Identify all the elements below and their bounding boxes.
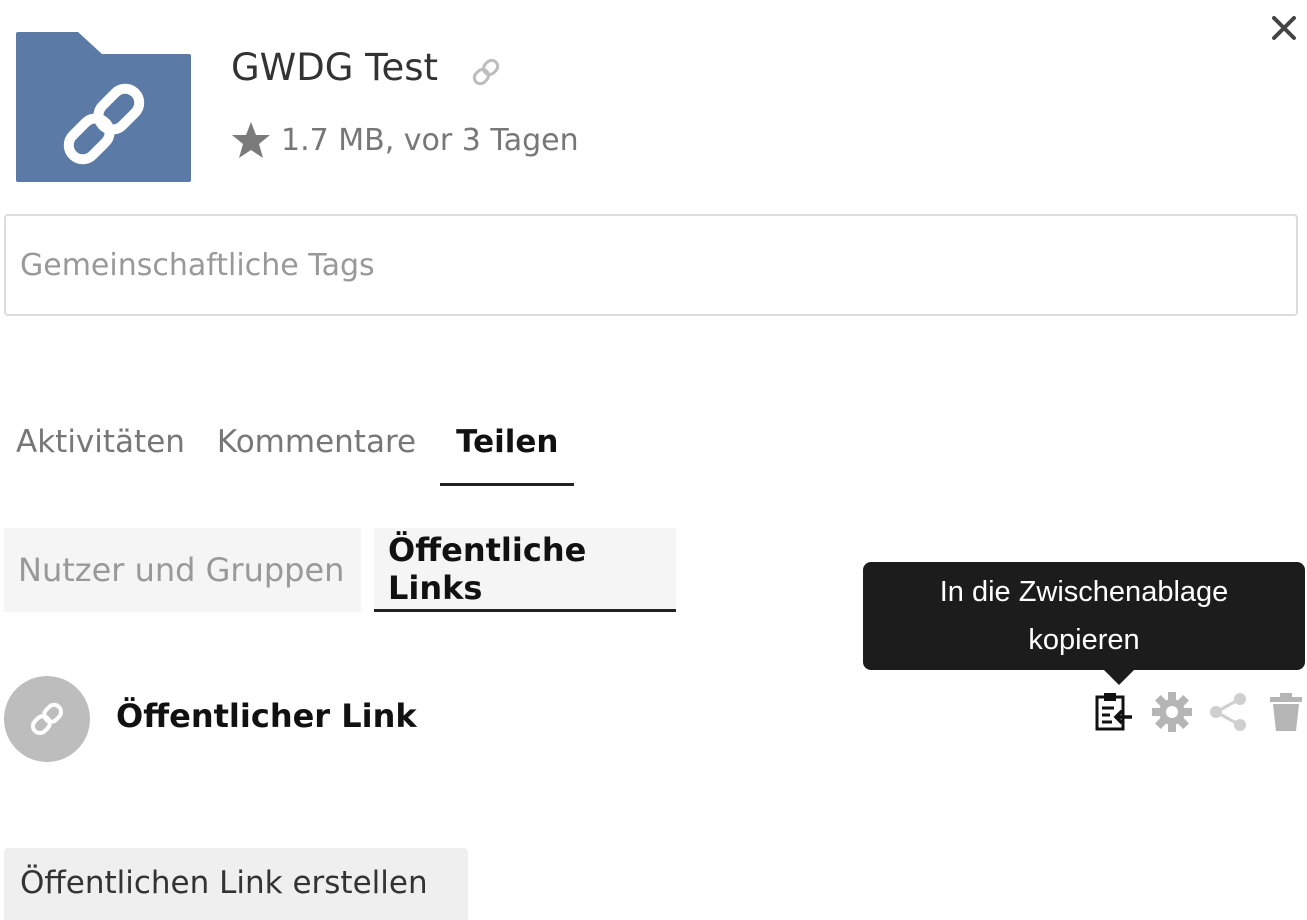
- sidebar-tabs: Aktivitäten Kommentare Teilen: [0, 410, 575, 488]
- public-link-title: Öffentlicher Link: [116, 697, 417, 735]
- public-link-avatar: [4, 676, 90, 762]
- gear-icon[interactable]: [1150, 690, 1194, 734]
- subtab-users-groups[interactable]: Nutzer und Gruppen: [4, 528, 361, 612]
- copy-tooltip: In die Zwischenablage kopieren: [863, 562, 1305, 670]
- tab-comments[interactable]: Kommentare: [201, 410, 432, 486]
- tab-sharing[interactable]: Teilen: [440, 410, 575, 486]
- file-size-date: 1.7 MB, vor 3 Tagen: [281, 122, 579, 158]
- star-icon[interactable]: [231, 120, 271, 160]
- create-public-link-button[interactable]: Öffentlichen Link erstellen: [4, 848, 468, 920]
- close-icon: [1272, 16, 1296, 40]
- tooltip-line-1: In die Zwischenablage: [939, 576, 1229, 608]
- file-name: GWDG Test: [231, 46, 439, 89]
- link-icon: [30, 702, 64, 736]
- trash-icon[interactable]: [1264, 690, 1307, 734]
- tooltip-line-2: kopieren: [1028, 624, 1140, 656]
- shared-folder-thumbnail: [16, 32, 191, 182]
- clipboard-copy-icon[interactable]: [1092, 690, 1136, 734]
- share-icon[interactable]: [1206, 690, 1250, 734]
- file-meta: 1.7 MB, vor 3 Tagen: [231, 120, 579, 160]
- close-sidebar-button[interactable]: [1266, 10, 1302, 46]
- tab-activities[interactable]: Aktivitäten: [0, 410, 201, 486]
- collaborative-tags-input[interactable]: [4, 214, 1298, 316]
- subtab-public-links[interactable]: Öffentliche Links: [374, 528, 676, 612]
- link-icon[interactable]: [466, 52, 506, 92]
- tooltip-arrow: [1103, 669, 1135, 685]
